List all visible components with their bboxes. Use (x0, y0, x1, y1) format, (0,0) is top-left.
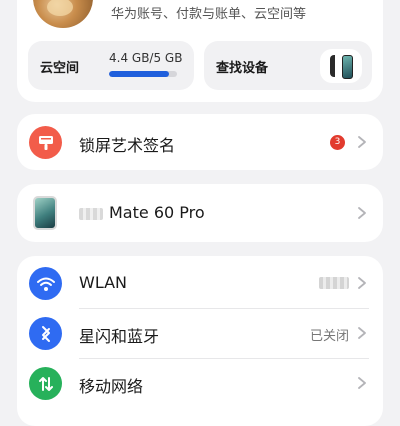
cloud-storage-progress-fill (109, 71, 169, 77)
account-card[interactable]: 华为账号、付款与账单、云空间等 云空间 4.4 GB/5 GB 查找设备 (17, 0, 383, 102)
nearlink-bluetooth-icon (29, 317, 62, 350)
redacted-text (79, 207, 103, 220)
cloud-storage-tile[interactable]: 云空间 4.4 GB/5 GB (28, 41, 194, 90)
cloud-storage-label: 云空间 (40, 61, 80, 76)
chevron-right-icon (358, 327, 366, 339)
chevron-right-icon (358, 207, 366, 219)
mobile-network-row[interactable]: 移动网络 (17, 358, 383, 408)
phone-thumbnail-icon (342, 55, 353, 79)
find-device-label: 查找设备 (216, 61, 269, 76)
chevron-right-icon (358, 377, 366, 389)
wifi-icon (29, 267, 62, 300)
wlan-row[interactable]: WLAN (17, 258, 383, 308)
device-name: Mate 60 Pro (109, 203, 205, 222)
mobile-data-icon (29, 367, 62, 400)
bluetooth-status: 已关闭 (309, 329, 349, 344)
chevron-right-icon (358, 277, 366, 289)
chevron-right-icon (358, 136, 366, 148)
account-subtitle: 华为账号、付款与账单、云空间等 (111, 7, 307, 22)
paint-brush-icon (29, 126, 62, 159)
find-device-thumbnails (320, 49, 362, 83)
wlan-label: WLAN (79, 273, 128, 292)
network-card: WLAN 星闪和蓝牙 已关闭 移动网络 (17, 256, 383, 426)
lock-screen-signature-label: 锁屏艺术签名 (79, 136, 176, 155)
avatar[interactable] (33, 0, 93, 28)
lock-screen-signature-card[interactable]: 锁屏艺术签名 3 (17, 114, 383, 170)
bluetooth-row[interactable]: 星闪和蓝牙 已关闭 (17, 308, 383, 358)
cloud-storage-usage: 4.4 GB/5 GB (109, 51, 183, 65)
device-name-label: Mate 60 Pro (79, 203, 205, 222)
lock-screen-signature-row[interactable]: 锁屏艺术签名 3 (17, 117, 383, 167)
device-thumbnail-icon (330, 55, 335, 77)
bluetooth-label: 星闪和蓝牙 (79, 327, 160, 346)
device-row[interactable]: Mate 60 Pro (17, 188, 383, 238)
cloud-storage-progress (109, 71, 177, 77)
device-card[interactable]: Mate 60 Pro (17, 184, 383, 242)
mobile-network-label: 移动网络 (79, 377, 144, 396)
redacted-value (319, 277, 349, 289)
find-device-tile[interactable]: 查找设备 (204, 41, 372, 90)
notification-badge: 3 (330, 135, 345, 150)
